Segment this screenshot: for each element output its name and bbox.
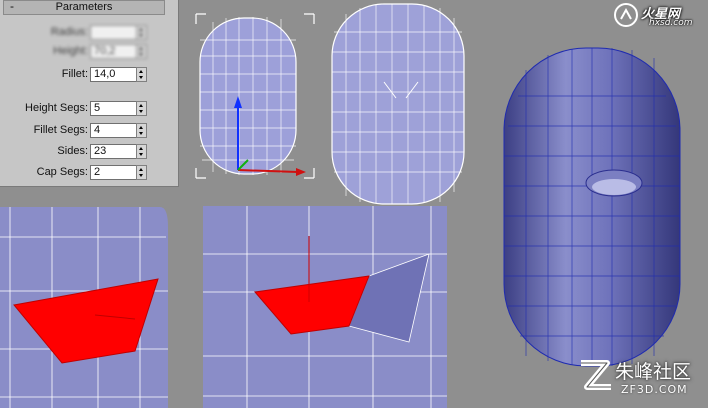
fillet-row: Fillet: 14,0 xyxy=(0,67,178,82)
radius-field[interactable] xyxy=(90,25,137,40)
height-segs-spinner[interactable] xyxy=(136,101,147,116)
fillet-spinner[interactable] xyxy=(136,67,147,82)
cap-segs-field[interactable]: 2 xyxy=(90,165,137,180)
height-segs-field[interactable]: 5 xyxy=(90,101,137,116)
hxsd-logo-icon xyxy=(614,3,638,27)
closeup-face-selection-a xyxy=(0,207,199,408)
cap-segs-label: Cap Segs: xyxy=(36,166,88,178)
height-row: Height: 70,2 xyxy=(0,44,178,59)
sides-spinner[interactable] xyxy=(136,144,147,159)
fillet-label: Fillet: xyxy=(61,68,88,80)
capsule-wireframe-large xyxy=(326,0,474,206)
zf3d-url-text: ZF3D.COM xyxy=(621,383,688,396)
height-label: Height: xyxy=(53,45,88,57)
hxsd-watermark: 火星网 hxsd.com xyxy=(613,2,705,30)
sides-row: Sides: 23 xyxy=(0,144,178,159)
sides-field[interactable]: 23 xyxy=(90,144,137,159)
height-field[interactable]: 70,2 xyxy=(90,44,137,59)
viewport-right-shaded[interactable] xyxy=(474,0,708,408)
rollout-header[interactable]: - Parameters xyxy=(3,0,165,15)
viewport-top-center[interactable] xyxy=(326,0,474,206)
parameters-rollout: - Parameters Radius: Height: 70,2 Fillet… xyxy=(0,0,179,187)
cap-segs-spinner[interactable] xyxy=(136,165,147,180)
closeup-face-selection-b xyxy=(199,206,474,408)
radius-row: Radius: xyxy=(0,25,178,40)
fillet-field[interactable]: 14,0 xyxy=(90,67,137,82)
height-spinner[interactable] xyxy=(136,44,147,59)
viewport-bottom-left[interactable] xyxy=(0,207,199,408)
radius-label: Radius: xyxy=(50,26,88,38)
fillet-segs-label: Fillet Segs: xyxy=(33,124,88,136)
viewport-top-left[interactable] xyxy=(178,0,326,186)
viewport-bottom-center[interactable] xyxy=(199,206,474,408)
height-segs-label: Height Segs: xyxy=(25,102,88,114)
fillet-segs-field[interactable]: 4 xyxy=(90,123,137,138)
zf3d-logo-icon xyxy=(581,360,611,390)
fillet-segs-row: Fillet Segs: 4 xyxy=(0,123,178,138)
rollout-title: Parameters xyxy=(55,1,113,13)
cap-segs-row: Cap Segs: 2 xyxy=(0,165,178,180)
fillet-segs-spinner[interactable] xyxy=(136,123,147,138)
zf3d-watermark: 朱峰社区 ZF3D.COM xyxy=(575,355,705,405)
hxsd-url-text: hxsd.com xyxy=(649,18,693,28)
sides-label: Sides: xyxy=(57,145,88,157)
capsule-shaded-render xyxy=(474,0,708,408)
capsule-wireframe-small xyxy=(178,0,326,186)
height-segs-row: Height Segs: 5 xyxy=(0,101,178,116)
radius-spinner[interactable] xyxy=(136,25,147,40)
zf3d-brand-text: 朱峰社区 xyxy=(615,361,692,383)
